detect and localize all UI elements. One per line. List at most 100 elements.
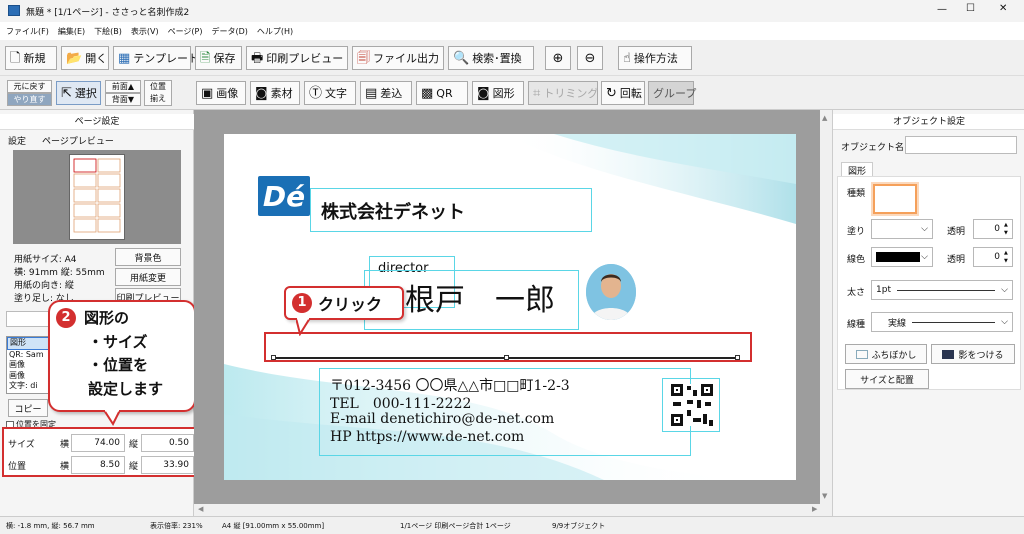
scroll-up-icon[interactable]: ▲	[822, 114, 827, 122]
object-name-input[interactable]	[905, 136, 1017, 154]
kind-swatch[interactable]	[871, 182, 919, 216]
menu-data[interactable]: データ(D)	[212, 26, 248, 37]
scroll-left-icon[interactable]: ◀	[198, 505, 203, 513]
maximize-button[interactable]: ☐	[966, 3, 975, 14]
save-button[interactable]: 🗎 保存	[195, 46, 242, 70]
email-text: E-mail denetichiro@de-net.com	[330, 411, 555, 427]
redo-button[interactable]: やり直す	[7, 93, 52, 106]
menu-help[interactable]: ヘルプ(H)	[257, 26, 293, 37]
status-objects: 9/9オブジェクト	[552, 522, 606, 530]
shape-button[interactable]: ◙ 図形	[472, 81, 524, 105]
material-button[interactable]: ◙ 素材	[250, 81, 300, 105]
align-button[interactable]: 位置 揃え	[144, 80, 172, 106]
paper-size-text: 用紙サイズ: A4	[14, 255, 77, 265]
profile-photo[interactable]	[586, 264, 636, 320]
minimize-button[interactable]: —	[937, 4, 947, 15]
rotate-button[interactable]: ↻ 回転	[601, 81, 645, 105]
fill-color-select[interactable]: ⌵	[871, 219, 933, 239]
page-thumbnail[interactable]	[69, 154, 125, 240]
merge-icon: ▤	[365, 85, 378, 101]
qr-code-box[interactable]	[662, 378, 720, 432]
fill-transparency-stepper[interactable]: 0	[973, 219, 1013, 239]
size-layout-button[interactable]: サイズと配置	[845, 369, 929, 389]
shape-icon: ◙	[477, 85, 490, 101]
object-list[interactable]: 図形 QR: Sam 画像 画像 文字: di	[6, 336, 50, 394]
scroll-down-icon[interactable]: ▼	[822, 492, 827, 500]
list-item[interactable]: 画像	[7, 371, 49, 382]
company-name: 株式会社デネット	[321, 202, 465, 223]
background-color-button[interactable]: 背景色	[115, 248, 181, 266]
image-button[interactable]: ▣ 画像	[196, 81, 246, 105]
menu-page[interactable]: ページ(P)	[168, 26, 203, 37]
list-item[interactable]: 文字: di	[7, 381, 49, 392]
callout-1-pointer	[296, 318, 312, 336]
tel-text: TEL 000-111-2222	[330, 396, 472, 412]
group-button[interactable]: グループ	[648, 81, 696, 105]
print-preview-button[interactable]: 🖶 印刷プレビュー	[246, 46, 348, 70]
file-output-button[interactable]: 🗐 ファイル出力	[352, 46, 444, 70]
company-logo[interactable]: Dé	[258, 176, 310, 216]
template-button[interactable]: ▦ テンプレート	[113, 46, 199, 70]
tab-settings[interactable]: 設定	[8, 134, 26, 147]
zoom-in-button[interactable]: ⊕	[545, 46, 571, 70]
line-transparency-stepper[interactable]: 0	[973, 247, 1013, 267]
hand-pointer-icon: ☝	[623, 50, 631, 66]
qr-button[interactable]: ▩ QR	[416, 81, 468, 105]
position-x-label: 横	[60, 462, 70, 472]
main-toolbar: 🗋 新規 📂 開く ▦ テンプレート 🗎 保存 🖶 印刷プレビュー 🗐 ファイル出力 🔍 検索…	[0, 40, 1024, 76]
bring-front-button[interactable]: 前面▲	[105, 80, 141, 93]
add-shadow-button[interactable]: 影をつける	[931, 344, 1015, 364]
trimming-button[interactable]: ⌗ トリミング	[528, 81, 598, 105]
callout-2-pointer	[104, 410, 122, 426]
vertical-scrollbar[interactable]: ▲ ▼	[820, 110, 832, 504]
edit-toolbar: 元に戻す やり直す ⇱ 選択 前面▲ 背面▼ 位置 揃え ▣ 画像 ◙ 素材 Ⓣ 文字 ▤…	[0, 76, 1024, 110]
position-y-field[interactable]: 33.90	[141, 456, 194, 474]
company-name-box[interactable]: 株式会社デネット	[310, 188, 592, 232]
zoom-out-button[interactable]: ⊖	[577, 46, 603, 70]
menu-view[interactable]: 表示(V)	[131, 26, 159, 37]
list-item-shape[interactable]: 図形	[7, 337, 49, 350]
hp-text: HP https://www.de-net.com	[330, 429, 525, 445]
undo-button[interactable]: 元に戻す	[7, 80, 52, 93]
tab-page-preview[interactable]: ページプレビュー	[42, 134, 114, 147]
text-button[interactable]: Ⓣ 文字	[304, 81, 356, 105]
open-button[interactable]: 📂 開く	[61, 46, 109, 70]
position-x-field[interactable]: 8.50	[71, 456, 125, 474]
blur-edge-button[interactable]: ふちぼかし	[845, 344, 927, 364]
thickness-select[interactable]: 1pt ⌵	[871, 280, 1013, 300]
copy-button[interactable]: コピー	[8, 399, 48, 417]
title-bar: 無題 * [1/1ページ] - ささっと名刺作成2 — ☐ ✕	[0, 0, 1024, 22]
line-type-select[interactable]: 実線 ⌵	[871, 312, 1013, 332]
contact-box[interactable]: 〒012-3456 〇〇県△△市□□町1-2-3 TEL 000-111-222…	[319, 368, 691, 456]
list-item[interactable]: 画像	[7, 360, 49, 371]
menu-edit[interactable]: 編集(E)	[58, 26, 85, 37]
thickness-label: 太さ	[847, 288, 866, 298]
scroll-right-icon[interactable]: ▶	[812, 505, 817, 513]
search-replace-button[interactable]: 🔍 検索･置換	[448, 46, 534, 70]
orientation-text: 用紙の向き: 縦	[14, 281, 74, 291]
line-color-select[interactable]: ⌵	[871, 247, 933, 267]
line-transparency-label: 透明	[947, 255, 966, 265]
status-bar: 横: -1.8 mm, 縦: 56.7 mm 表示倍率: 231% A4 縦 […	[0, 516, 1024, 534]
zoom-out-icon: ⊖	[584, 50, 596, 66]
howto-button[interactable]: ☝ 操作方法	[618, 46, 692, 70]
callout-1-number: 1	[292, 293, 312, 313]
send-back-button[interactable]: 背面▼	[105, 93, 141, 106]
select-button[interactable]: ⇱ 選択	[56, 81, 101, 105]
callout-2-line-1: 図形の	[84, 309, 130, 327]
size-width-field[interactable]: 74.00	[71, 434, 125, 452]
menu-file[interactable]: ファイル(F)	[6, 26, 49, 37]
chevron-down-icon: ⌵	[1001, 285, 1008, 295]
paper-change-button[interactable]: 用紙変更	[115, 268, 181, 286]
horizontal-scrollbar[interactable]: ◀ ▶	[194, 504, 832, 516]
canvas-area: Dé 株式会社デネット director 根戸 一郎 〒012-3456 〇〇県…	[194, 110, 820, 504]
close-button[interactable]: ✕	[999, 3, 1007, 14]
size-height-field[interactable]: 0.50	[141, 434, 194, 452]
text-icon: Ⓣ	[309, 85, 323, 101]
qr-code-icon	[671, 384, 713, 426]
merge-button[interactable]: ▤ 差込	[360, 81, 412, 105]
new-button[interactable]: 🗋 新規	[5, 46, 57, 70]
black-swatch	[876, 252, 920, 262]
list-item[interactable]: QR: Sam	[7, 350, 49, 361]
menu-underlay[interactable]: 下絵(B)	[94, 26, 122, 37]
